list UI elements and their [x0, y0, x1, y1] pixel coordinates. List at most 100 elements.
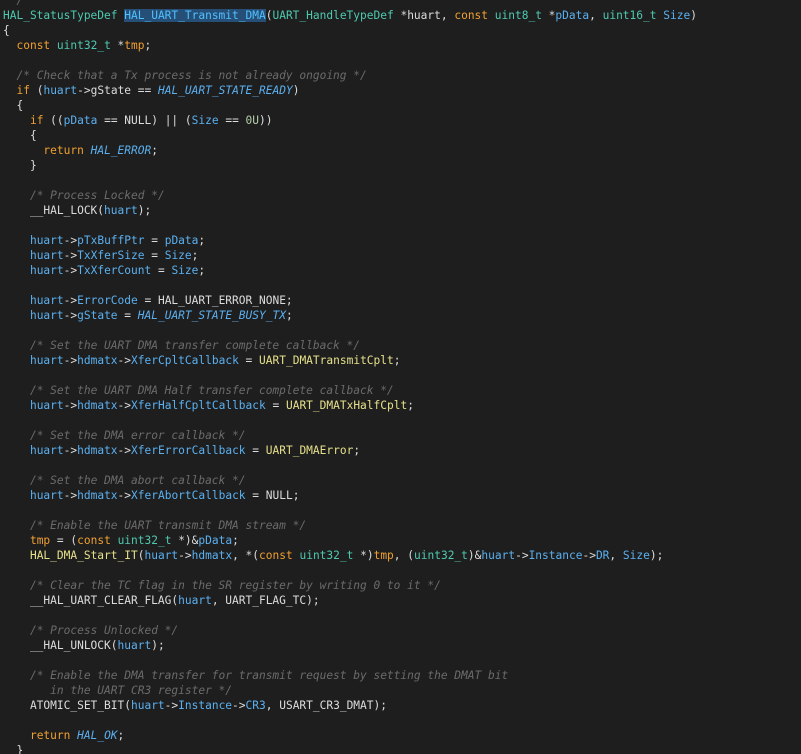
code-token: = — [117, 309, 138, 322]
code-token: )) — [259, 114, 273, 127]
code-token: ErrorCode — [77, 294, 138, 307]
code-token: -> — [77, 84, 91, 97]
code-token: Size — [622, 549, 650, 562]
code-line[interactable]: const uint32_t *tmp; — [3, 38, 151, 53]
code-token: } — [3, 744, 24, 754]
code-line[interactable]: { — [3, 128, 37, 143]
code-token: Size — [171, 264, 199, 277]
code-token: /* Set the DMA abort callback */ — [29, 474, 246, 487]
code-token: UART_DMAError — [265, 444, 354, 457]
code-token: ATOMIC_SET_BIT( — [3, 699, 131, 712]
code-token: TxXferCount — [77, 264, 152, 277]
code-token: return — [43, 144, 84, 157]
code-line[interactable]: { — [3, 98, 23, 113]
code-line[interactable]: __HAL_UNLOCK(huart); — [3, 638, 165, 653]
code-line[interactable]: tmp = (const uint32_t *)&pData; — [3, 533, 239, 548]
code-token: huart — [117, 639, 152, 652]
code-token: HAL_UART_Transmit_DMA — [124, 9, 266, 22]
code-token: huart — [29, 234, 64, 247]
code-line[interactable]: HAL_DMA_Start_IT(huart->hdmatx, *(const … — [3, 548, 663, 563]
code-token: HAL_UART_STATE_BUSY_TX — [137, 309, 286, 322]
code-line[interactable]: huart->hdmatx->XferCpltCallback = UART_D… — [3, 353, 401, 368]
code-token: Instance — [178, 699, 233, 712]
code-token: uint16_t — [602, 9, 657, 22]
code-token: Size — [191, 114, 219, 127]
code-line[interactable]: /* Set the DMA error callback */ — [3, 428, 246, 443]
code-line[interactable]: / — [3, 0, 23, 8]
code-token: gState == — [90, 84, 158, 97]
code-line[interactable]: /* Process Unlocked */ — [3, 623, 178, 638]
code-token: * — [110, 39, 125, 52]
code-line[interactable]: in the UART CR3 register */ — [3, 683, 232, 698]
code-token: huart — [104, 204, 138, 217]
code-token: uint8_t — [494, 9, 542, 22]
code-line[interactable]: HAL_StatusTypeDef HAL_UART_Transmit_DMA(… — [3, 8, 697, 23]
code-line[interactable]: huart->hdmatx->XferHalfCpltCallback = UA… — [3, 398, 414, 413]
code-token: pData — [555, 9, 590, 22]
code-token: pTxBuffPtr — [77, 234, 145, 247]
code-token: ; — [191, 249, 199, 262]
code-line[interactable]: if ((pData == NULL) || (Size == 0U)) — [3, 113, 273, 128]
code-line[interactable]: /* Clear the TC flag in the SR register … — [3, 578, 441, 593]
code-token: huart — [178, 594, 212, 607]
code-line[interactable]: /* Enable the DMA transfer for transmit … — [3, 668, 508, 683]
code-token: /* Clear the TC flag in the SR register … — [29, 579, 441, 592]
code-token: const — [454, 9, 489, 22]
code-token: /* Set the UART DMA Half transfer comple… — [29, 384, 394, 397]
code-token: __HAL_LOCK( — [3, 204, 105, 217]
code-line[interactable]: huart->pTxBuffPtr = pData; — [3, 233, 205, 248]
code-token: const — [259, 549, 293, 562]
code-line[interactable]: __HAL_LOCK(huart); — [3, 203, 151, 218]
code-line[interactable]: /* Set the UART DMA transfer complete ca… — [3, 338, 360, 353]
code-token: DR — [595, 549, 610, 562]
code-token: Size — [663, 9, 691, 22]
code-token: HAL_StatusTypeDef — [3, 9, 118, 22]
code-line[interactable]: /* Check that a Tx process is not alread… — [3, 68, 366, 83]
code-token: UART_HandleTypeDef — [272, 9, 394, 22]
code-token: XferAbortCallback — [131, 489, 246, 502]
code-token: -> — [515, 549, 529, 562]
code-line[interactable]: huart->hdmatx->XferAbortCallback = NULL; — [3, 488, 299, 503]
code-token: pData — [63, 114, 98, 127]
code-token: TxXferSize — [77, 249, 145, 262]
code-token: -> — [117, 399, 132, 412]
code-token: = — [144, 249, 165, 262]
code-line[interactable]: } — [3, 743, 23, 754]
code-line[interactable]: huart->TxXferCount = Size; — [3, 263, 205, 278]
code-token: ; — [151, 144, 158, 157]
code-line[interactable]: __HAL_UART_CLEAR_FLAG(huart, UART_FLAG_T… — [3, 593, 320, 608]
code-line[interactable]: huart->gState = HAL_UART_STATE_BUSY_TX; — [3, 308, 293, 323]
code-line[interactable]: /* Set the DMA abort callback */ — [3, 473, 246, 488]
code-token: ; — [117, 729, 125, 742]
code-line[interactable]: } — [3, 158, 37, 173]
code-line[interactable]: if (huart->gState == HAL_UART_STATE_READ… — [3, 83, 299, 98]
code-line[interactable]: /* Process Locked */ — [3, 188, 165, 203]
code-line[interactable]: huart->ErrorCode = HAL_UART_ERROR_NONE; — [3, 293, 293, 308]
code-line[interactable]: ATOMIC_SET_BIT(huart->Instance->CR3, USA… — [3, 698, 387, 713]
code-token: /* Set the UART DMA transfer complete ca… — [29, 339, 360, 352]
code-line[interactable]: { — [3, 23, 10, 38]
code-token: -> — [63, 294, 78, 307]
code-token: { — [3, 24, 10, 37]
code-line[interactable]: return HAL_OK; — [3, 728, 124, 743]
code-token: / — [3, 0, 24, 7]
code-token: , — [589, 9, 603, 22]
code-line[interactable]: huart->hdmatx->XferErrorCallback = UART_… — [3, 443, 360, 458]
code-token: ; — [353, 444, 361, 457]
code-token: -> — [63, 234, 78, 247]
code-token: (( — [43, 114, 64, 127]
code-editor[interactable]: / HAL_StatusTypeDef HAL_UART_Transmit_DMA… — [0, 0, 801, 754]
code-line[interactable]: huart->TxXferSize = Size; — [3, 248, 198, 263]
code-line[interactable]: /* Enable the UART transmit DMA stream *… — [3, 518, 306, 533]
code-line[interactable]: return HAL_ERROR; — [3, 143, 158, 158]
code-token: = — [265, 399, 286, 412]
code-line[interactable]: /* Set the UART DMA Half transfer comple… — [3, 383, 394, 398]
code-token: ) — [690, 9, 697, 22]
